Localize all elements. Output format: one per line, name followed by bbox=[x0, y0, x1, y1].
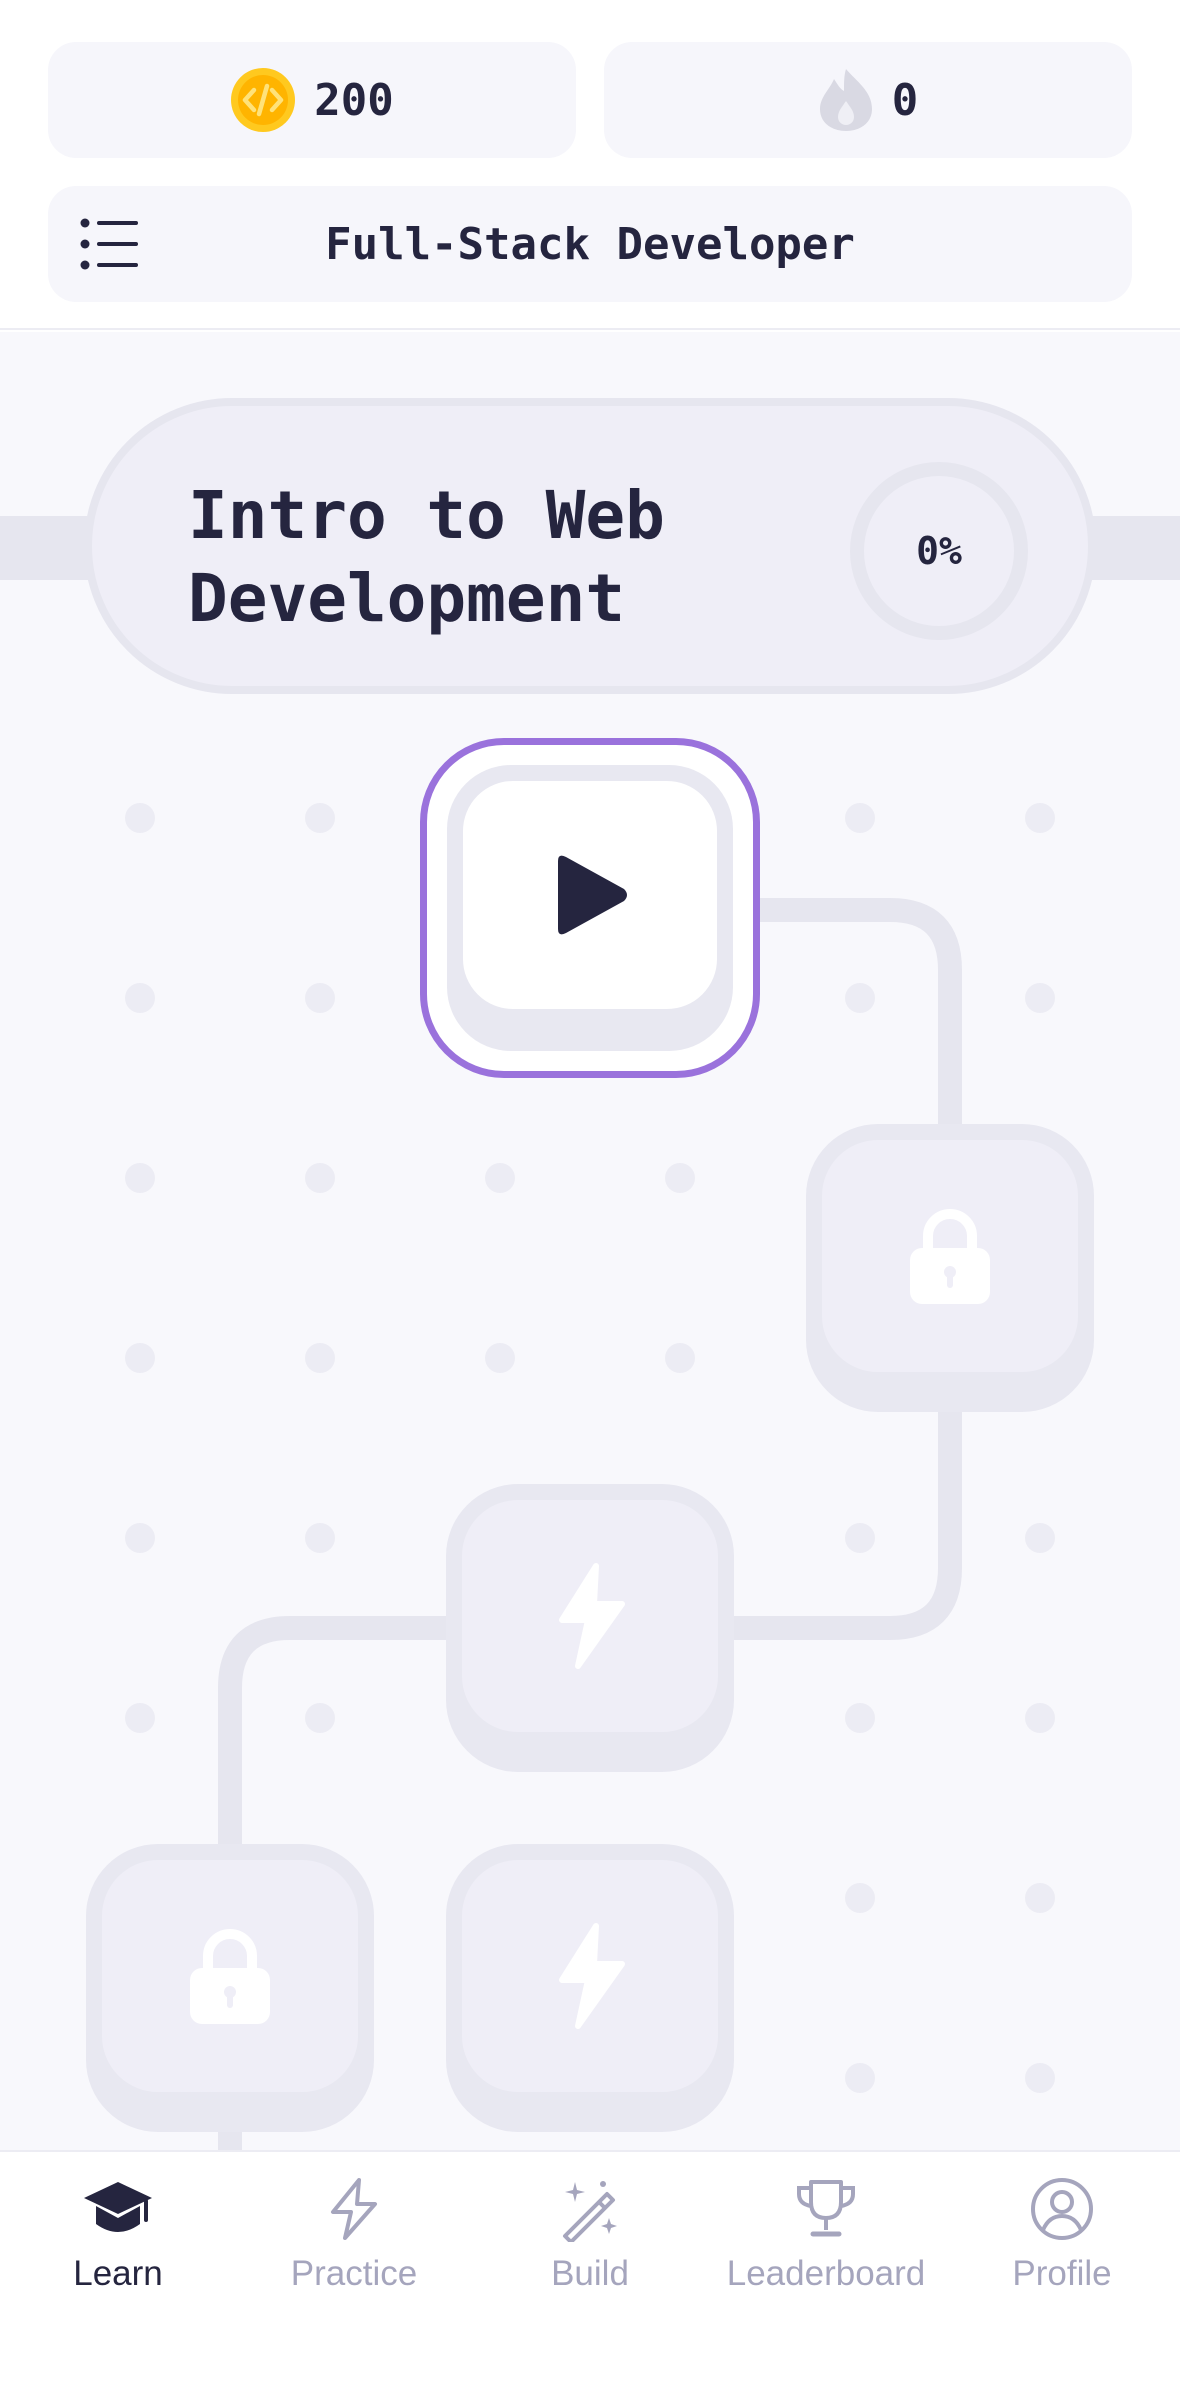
learning-path-canvas[interactable]: Intro to Web Development 0% bbox=[0, 332, 1180, 2150]
lock-icon bbox=[910, 1209, 990, 1304]
lesson-node-locked[interactable] bbox=[806, 1124, 1094, 1412]
coin-icon bbox=[231, 68, 296, 132]
nav-build-label: Build bbox=[551, 2254, 629, 2293]
coins-value: 200 bbox=[314, 74, 394, 126]
magic-wand-icon bbox=[563, 2181, 617, 2242]
nav-learn[interactable]: Learn bbox=[0, 2176, 236, 2294]
unit-progress-value: 0% bbox=[916, 529, 962, 573]
user-circle-icon bbox=[1031, 2178, 1093, 2240]
top-bar: 200 0 Full-Stack Developer bbox=[0, 0, 1180, 330]
streak-counter[interactable]: 0 bbox=[604, 42, 1132, 158]
lightning-icon bbox=[559, 1923, 625, 2029]
nav-practice[interactable]: Practice bbox=[236, 2176, 472, 2294]
trophy-icon bbox=[797, 2180, 855, 2237]
bottom-navigation: Learn Practice Build Leaderboard Profile bbox=[0, 2150, 1180, 2396]
course-title: Full-Stack Developer bbox=[325, 218, 855, 270]
unit-banner[interactable]: Intro to Web Development 0% bbox=[84, 398, 1096, 694]
lesson-node-current[interactable] bbox=[420, 738, 760, 1078]
unit-progress-ring: 0% bbox=[850, 462, 1028, 640]
lightning-icon bbox=[559, 1563, 625, 1669]
practice-node-2[interactable] bbox=[446, 1844, 734, 2132]
lightning-icon bbox=[331, 2178, 377, 2240]
play-icon bbox=[558, 855, 627, 935]
course-header[interactable]: Full-Stack Developer bbox=[48, 186, 1132, 302]
nav-leaderboard[interactable]: Leaderboard bbox=[708, 2176, 944, 2294]
graduation-cap-icon bbox=[84, 2182, 152, 2232]
practice-node[interactable] bbox=[446, 1484, 734, 1772]
nav-profile-label: Profile bbox=[1012, 2254, 1112, 2293]
lesson-node-locked-2[interactable] bbox=[86, 1844, 374, 2132]
unit-title: Intro to Web Development bbox=[188, 474, 665, 640]
lock-icon bbox=[190, 1929, 270, 2024]
menu-list-icon[interactable] bbox=[80, 218, 140, 270]
coins-counter[interactable]: 200 bbox=[48, 42, 576, 158]
nav-practice-label: Practice bbox=[290, 2254, 418, 2293]
unit-title-line-2: Development bbox=[188, 560, 626, 637]
nav-build[interactable]: Build bbox=[472, 2176, 708, 2294]
nav-leaderboard-label: Leaderboard bbox=[726, 2254, 926, 2293]
nav-profile[interactable]: Profile bbox=[944, 2176, 1180, 2294]
flame-icon bbox=[819, 69, 872, 131]
nav-learn-label: Learn bbox=[73, 2254, 163, 2293]
unit-title-line-1: Intro to Web bbox=[188, 477, 665, 554]
streak-value: 0 bbox=[891, 74, 919, 126]
